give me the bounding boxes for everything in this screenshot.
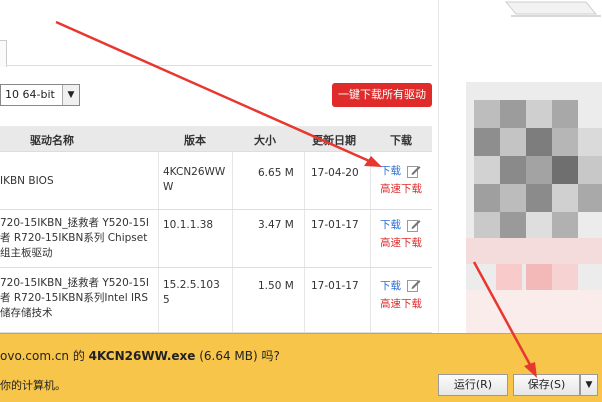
download-link[interactable]: 下载 xyxy=(380,164,401,179)
driver-table: 驱动名称 版本 大小 更新日期 下载 IKBN BIOS 4KCN26WW W 6… xyxy=(0,126,432,333)
fast-download-link[interactable]: 高速下载 xyxy=(380,182,422,197)
driver-date: 17-01-17 xyxy=(311,280,359,292)
fast-download-link[interactable]: 高速下载 xyxy=(380,236,422,251)
driver-size: 6.65 M xyxy=(258,167,294,179)
os-version-value: 10 64-bit xyxy=(5,88,55,101)
download-subtext: 你的计算机。 xyxy=(0,379,66,392)
table-row: IKBN BIOS 4KCN26WW W 6.65 M 17-04-20 下载 高… xyxy=(0,151,432,210)
header-date: 更新日期 xyxy=(312,134,356,147)
download-link[interactable]: 下载 xyxy=(380,279,401,294)
driver-date: 17-04-20 xyxy=(311,167,359,179)
driver-name: 720-15IKBN_拯救者 Y520-15I 者 R720-15IKBN系列 C… xyxy=(0,217,150,259)
driver-version: 4KCN26WW W xyxy=(163,166,226,193)
save-button[interactable]: 保存(S) xyxy=(513,374,580,396)
table-header: 驱动名称 版本 大小 更新日期 下载 xyxy=(0,126,432,151)
driver-date: 17-01-17 xyxy=(311,219,359,231)
download-question: ovo.com.cn 的 4KCN26WW.exe (6.64 MB) 吗? xyxy=(0,349,280,363)
download-notification-bar xyxy=(0,333,602,402)
driver-version: 15.2.5.103 5 xyxy=(163,279,220,306)
save-options-dropdown[interactable]: ▼ xyxy=(580,374,598,396)
tab-edge[interactable] xyxy=(0,40,7,67)
table-row: 720-15IKBN_拯救者 Y520-15I 者 R720-15IKBN系列 C… xyxy=(0,209,432,268)
product-image xyxy=(466,0,602,36)
driver-size: 3.47 M xyxy=(258,219,294,231)
download-link[interactable]: 下载 xyxy=(380,218,401,233)
divider xyxy=(6,65,432,66)
pencil-icon[interactable] xyxy=(407,278,421,292)
download-all-button[interactable]: 一键下载所有驱动 xyxy=(332,83,432,107)
run-button[interactable]: 运行(R) xyxy=(438,374,508,396)
pencil-icon[interactable] xyxy=(407,218,421,232)
page-top-area xyxy=(0,0,432,40)
driver-name: 720-15IKBN_拯救者 Y520-15I 者 R720-15IKBN系列In… xyxy=(0,277,150,319)
driver-version: 10.1.1.38 xyxy=(163,219,214,231)
driver-name: IKBN BIOS xyxy=(0,175,54,187)
header-download: 下载 xyxy=(390,134,412,147)
table-row: 720-15IKBN_拯救者 Y520-15I 者 R720-15IKBN系列In… xyxy=(0,267,432,333)
os-version-select[interactable]: 10 64-bit ▼ xyxy=(0,84,80,106)
header-version: 版本 xyxy=(184,134,206,147)
header-name: 驱动名称 xyxy=(30,134,74,147)
download-filename: 4KCN26WW.exe xyxy=(88,349,196,363)
pixelated-image xyxy=(466,82,602,350)
pencil-icon[interactable] xyxy=(407,164,421,178)
chevron-down-icon[interactable]: ▼ xyxy=(62,85,79,105)
fast-download-link[interactable]: 高速下载 xyxy=(380,297,422,312)
driver-size: 1.50 M xyxy=(258,280,294,292)
header-size: 大小 xyxy=(254,134,276,147)
